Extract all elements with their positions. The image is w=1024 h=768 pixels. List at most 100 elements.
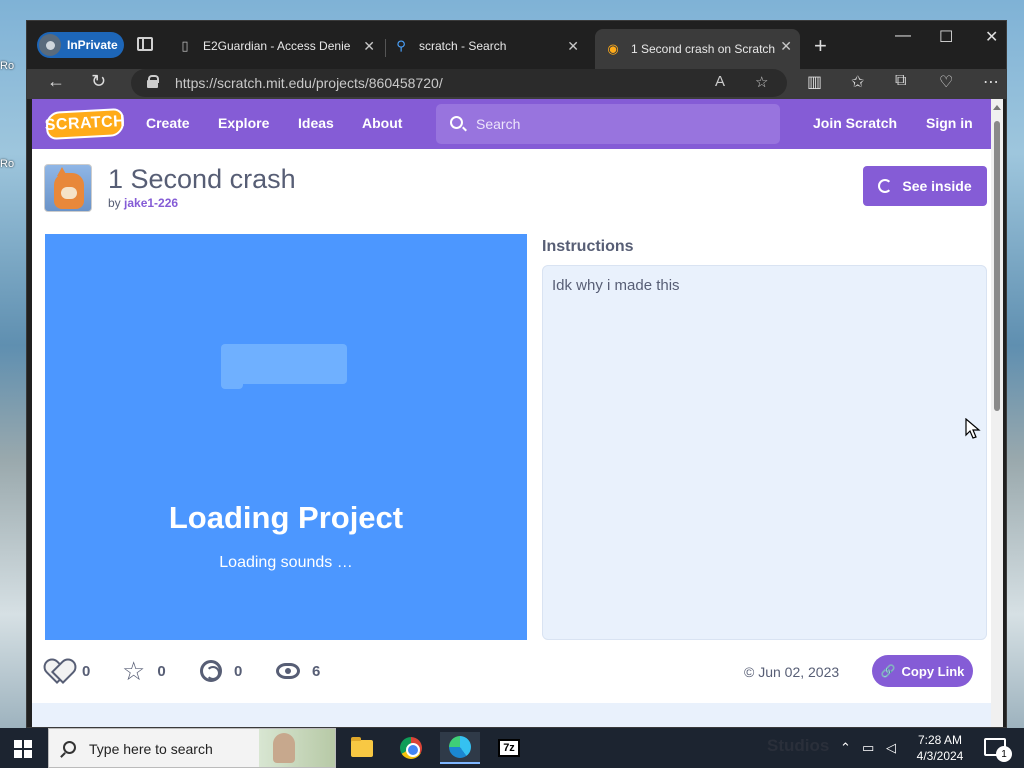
eye-icon — [276, 663, 300, 679]
remix-icon — [200, 660, 222, 682]
tab-title: E2Guardian - Access Denie — [203, 39, 351, 53]
search-icon — [450, 116, 463, 129]
copy-link-button[interactable]: 🔗 Copy Link — [872, 655, 973, 687]
search-input[interactable] — [476, 114, 756, 134]
join-scratch-link[interactable]: Join Scratch — [813, 115, 897, 131]
file-explorer-icon[interactable] — [342, 732, 382, 764]
more-menu-icon[interactable]: ⋯ — [983, 72, 999, 92]
loading-status: Loading sounds … — [219, 554, 353, 571]
remix-count: 0 — [234, 662, 243, 680]
close-window-button[interactable]: ✕ — [985, 27, 998, 47]
remix-stat: 0 — [200, 656, 242, 686]
favorite-star-icon[interactable]: ☆ — [755, 73, 768, 91]
page-bottom-section — [32, 703, 991, 727]
scratch-icon: ◉ — [607, 41, 619, 56]
scratch-navbar: SCRATCH Create Explore Ideas About Join … — [32, 99, 991, 149]
nav-ideas[interactable]: Ideas — [298, 115, 334, 131]
views-count: 6 — [312, 662, 321, 680]
desktop-icon-label[interactable]: Ro — [0, 60, 14, 72]
new-tab-button[interactable]: + — [814, 33, 827, 59]
tab-scratch-project[interactable]: ◉ 1 Second crash on Scratch ✕ — [595, 29, 800, 69]
address-bar[interactable]: https://scratch.mit.edu/projects/8604587… — [131, 69, 787, 97]
tab-scratch-search[interactable]: ⚲ scratch - Search ✕ — [393, 29, 587, 63]
taskbar-search[interactable]: Type here to search — [48, 728, 336, 768]
7zip-icon[interactable]: 7z — [489, 732, 529, 764]
cat-avatar-icon — [54, 167, 84, 209]
browser-essentials-icon[interactable]: ♡ — [939, 72, 953, 92]
back-icon[interactable]: ← — [47, 71, 65, 92]
project-stage[interactable]: Loading Project Loading sounds … — [45, 234, 527, 640]
notification-center-icon[interactable]: 1 — [984, 738, 1012, 762]
read-aloud-icon[interactable]: A — [715, 73, 725, 90]
sign-in-link[interactable]: Sign in — [926, 115, 973, 131]
inprivate-label: InPrivate — [67, 38, 118, 52]
nav-about[interactable]: About — [362, 115, 402, 131]
by-label: by — [108, 196, 121, 210]
scratch-page: SCRATCH Create Explore Ideas About Join … — [32, 99, 1003, 727]
edge-icon[interactable] — [440, 732, 480, 764]
taskbar-clock[interactable]: 7:28 AM 4/3/2024 — [910, 732, 970, 764]
nav-search-box — [436, 104, 780, 144]
scroll-up-icon[interactable] — [993, 105, 1001, 110]
url-text[interactable]: https://scratch.mit.edu/projects/8604587… — [175, 75, 443, 91]
views-stat: 6 — [276, 656, 320, 686]
profile-avatar-icon — [39, 34, 61, 56]
loading-block-icon — [221, 344, 347, 389]
taskbar-search-placeholder: Type here to search — [89, 741, 213, 757]
tab-title: scratch - Search — [419, 39, 507, 53]
page-scrollbar[interactable] — [991, 99, 1003, 727]
notification-badge: 1 — [996, 746, 1012, 762]
close-tab-icon[interactable]: ✕ — [567, 38, 579, 55]
see-inside-button[interactable]: See inside — [863, 166, 987, 206]
love-count: 0 — [82, 662, 91, 680]
chrome-icon[interactable] — [391, 732, 431, 764]
search-icon: ⚲ — [396, 38, 406, 53]
windows-start-icon[interactable] — [14, 740, 32, 758]
taskbar: Type here to search 7z Studios ⌃ ▭ ◁ 7:2… — [0, 728, 1024, 768]
inprivate-badge[interactable]: InPrivate — [37, 32, 124, 58]
close-tab-icon[interactable]: ✕ — [363, 38, 375, 55]
collections-icon[interactable]: ⧉ — [895, 72, 906, 90]
scrollbar-thumb[interactable] — [994, 121, 1000, 411]
show-hidden-icons-icon[interactable]: ⌃ — [840, 740, 851, 756]
page-icon: ▯ — [181, 38, 189, 53]
clock-time: 7:28 AM — [917, 733, 963, 747]
favorite-count: 0 — [157, 662, 166, 680]
link-icon: 🔗 — [880, 664, 896, 678]
nav-explore[interactable]: Explore — [218, 115, 269, 131]
address-bar-row: ← ↻ https://scratch.mit.edu/projects/860… — [27, 69, 1006, 99]
remix-arrows-icon — [878, 179, 893, 193]
nav-create[interactable]: Create — [146, 115, 190, 131]
instructions-text: Idk why i made this — [552, 277, 680, 294]
star-icon: ☆ — [122, 656, 146, 686]
loading-title: Loading Project — [168, 500, 404, 535]
tab-separator — [385, 39, 386, 57]
tab-bar: InPrivate ▯ E2Guardian - Access Denie ✕ … — [27, 21, 1006, 69]
maximize-button[interactable]: ☐ — [939, 27, 953, 47]
workspaces-icon[interactable] — [137, 37, 153, 51]
instructions-heading: Instructions — [542, 238, 634, 255]
volume-muted-icon[interactable]: ◁ — [886, 740, 896, 756]
tab-title: 1 Second crash on Scratch — [631, 42, 776, 56]
network-icon[interactable]: ▭ — [862, 740, 874, 756]
search-highlight-image — [259, 729, 335, 767]
lock-icon[interactable] — [147, 75, 159, 88]
scratch-logo[interactable]: SCRATCH — [44, 107, 126, 141]
desktop-icon-label[interactable]: Ro — [0, 158, 14, 170]
love-stat[interactable]: 0 — [46, 656, 90, 686]
favorites-icon[interactable]: ✩ — [851, 72, 864, 92]
close-tab-icon[interactable]: ✕ — [780, 38, 792, 55]
author-avatar[interactable] — [44, 164, 92, 212]
clock-date: 4/3/2024 — [916, 749, 964, 763]
tab-e2guardian[interactable]: ▯ E2Guardian - Access Denie ✕ — [177, 29, 383, 63]
split-screen-icon[interactable]: ▥ — [807, 72, 822, 92]
author-link[interactable]: jake1-226 — [124, 196, 178, 210]
refresh-icon[interactable]: ↻ — [91, 71, 106, 92]
browser-window: InPrivate ▯ E2Guardian - Access Denie ✕ … — [26, 20, 1007, 728]
heart-icon — [46, 660, 70, 682]
project-date: © Jun 02, 2023 — [744, 664, 840, 680]
project-title: 1 Second crash — [108, 164, 296, 194]
project-byline: by jake1-226 — [108, 196, 178, 210]
favorite-stat[interactable]: ☆ 0 — [122, 656, 166, 686]
minimize-button[interactable]: — — [895, 27, 911, 45]
